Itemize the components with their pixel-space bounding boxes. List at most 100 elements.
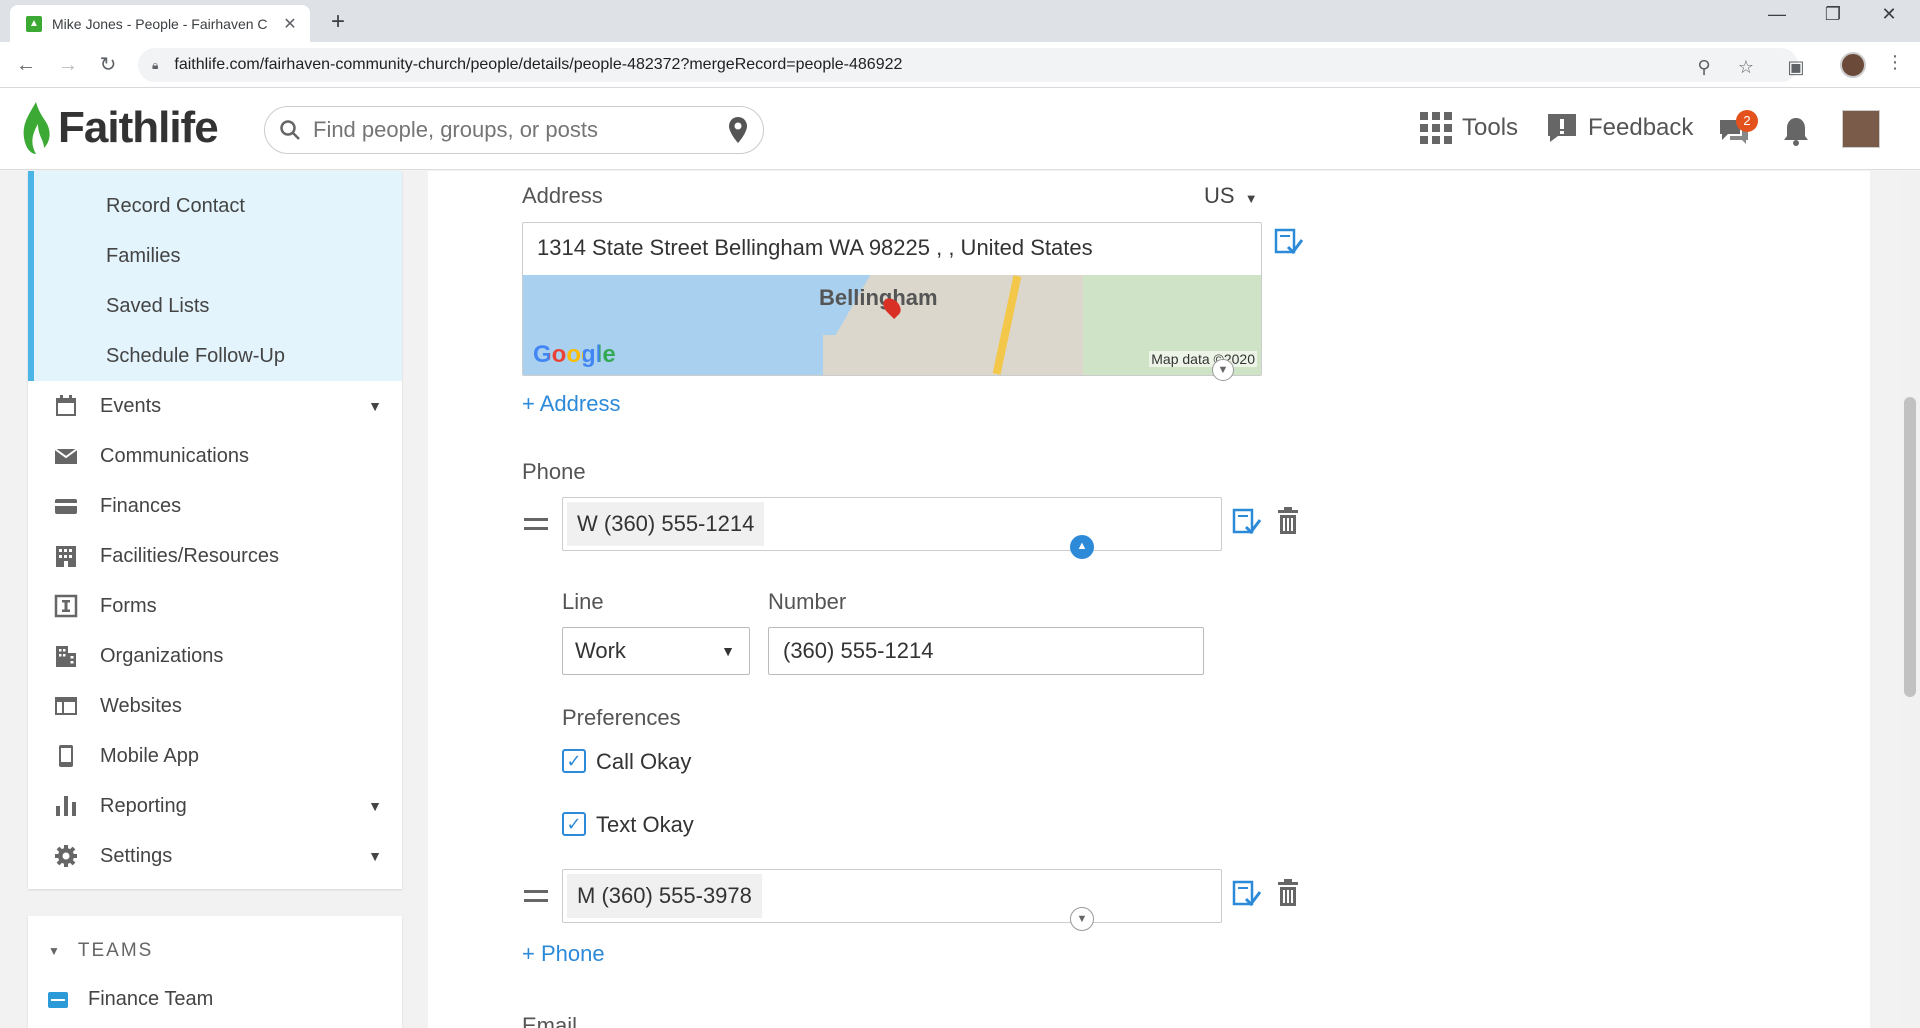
line-select[interactable]: Work ▼ xyxy=(562,627,750,675)
phone-entry-field[interactable]: M (360) 555-3978 xyxy=(562,869,1222,923)
text-okay-checkbox[interactable]: ✓ xyxy=(562,812,586,836)
faithlife-logo[interactable]: Faithlife xyxy=(18,100,219,156)
country-select[interactable]: US ▼ xyxy=(1204,183,1258,209)
sidebar-item-finances[interactable]: Finances xyxy=(28,481,402,531)
trash-icon[interactable] xyxy=(1276,507,1300,535)
lock-icon: 🔒︎ xyxy=(152,57,159,72)
form-icon xyxy=(54,594,78,618)
scrollbar-thumb[interactable] xyxy=(1904,397,1916,697)
sidebar-item-label: Reporting xyxy=(100,794,187,817)
tab-close-icon[interactable]: ✕ xyxy=(280,14,300,34)
sidebar-item-label: Forms xyxy=(100,594,157,617)
extension-icon[interactable]: ▣ xyxy=(1784,55,1808,79)
map-expand-icon[interactable]: ▼ xyxy=(1212,359,1234,381)
sidebar-item-events[interactable]: Events ▼ xyxy=(28,381,402,431)
people-submenu: Record Contact Families Saved Lists Sche… xyxy=(28,171,402,381)
preferences-label: Preferences xyxy=(562,705,681,730)
chevron-down-icon: ▼ xyxy=(368,798,382,814)
teams-panel: ▼ TEAMS Finance Team xyxy=(28,916,402,1028)
grid-icon xyxy=(1420,112,1452,144)
sidebar-item-communications[interactable]: Communications xyxy=(28,431,402,481)
browser-tab[interactable]: ▲ Mike Jones - People - Fairhaven C ✕ xyxy=(10,5,310,42)
back-icon[interactable]: ← xyxy=(12,51,40,79)
call-okay-label: Call Okay xyxy=(596,749,692,774)
feedback-icon xyxy=(1548,114,1576,142)
close-window-icon[interactable]: ✕ xyxy=(1866,4,1912,25)
sidebar-item-schedule-follow-up[interactable]: Schedule Follow-Up xyxy=(106,345,285,368)
sidebar-item-organizations[interactable]: Organizations xyxy=(28,631,402,681)
verify-phone-icon[interactable] xyxy=(1232,879,1262,909)
expand-icon[interactable]: ▼ xyxy=(1070,907,1094,931)
reload-icon[interactable]: ↻ xyxy=(94,51,122,79)
sidebar-item-label: Facilities/Resources xyxy=(100,544,279,567)
drag-handle-icon[interactable] xyxy=(524,518,548,530)
tools-label: Tools xyxy=(1462,114,1519,141)
tools-button[interactable]: Tools xyxy=(1420,112,1518,144)
team-label: Finance Team xyxy=(88,988,214,1010)
sidebar-item-label: Settings xyxy=(100,844,173,867)
country-value: US xyxy=(1204,183,1235,208)
address-map[interactable]: Bellingham Google Map data ©2020 xyxy=(523,275,1261,375)
sidebar-item-settings[interactable]: Settings ▼ xyxy=(28,831,402,881)
sidebar-item-label: Communications xyxy=(100,444,249,467)
address-field[interactable]: 1314 State Street Bellingham WA 98225 , … xyxy=(522,222,1262,376)
notification-badge: 2 xyxy=(1736,110,1758,132)
location-pin-icon[interactable] xyxy=(727,116,749,144)
map-highway xyxy=(992,275,1022,375)
user-avatar[interactable] xyxy=(1842,110,1880,148)
trash-icon[interactable] xyxy=(1276,879,1300,907)
zoom-icon[interactable]: ⚲ xyxy=(1692,55,1716,79)
omnibox[interactable]: 🔒︎ faithlife.com/fairhaven-community-chu… xyxy=(138,48,1798,82)
sidebar: Record Contact Families Saved Lists Sche… xyxy=(28,171,402,889)
minimize-icon[interactable]: — xyxy=(1754,4,1800,25)
browser-menu-icon[interactable]: ⋮ xyxy=(1886,52,1904,73)
sidebar-item-mobile-app[interactable]: Mobile App xyxy=(28,731,402,781)
new-tab-icon[interactable]: + xyxy=(324,8,352,36)
sidebar-item-facilities[interactable]: Facilities/Resources xyxy=(28,531,402,581)
person-details-content: Address US ▼ 1314 State Street Bellingha… xyxy=(428,171,1870,1028)
feedback-button[interactable]: Feedback xyxy=(1546,112,1693,144)
add-address-link[interactable]: + Address xyxy=(522,391,620,417)
browser-tab-bar: ▲ Mike Jones - People - Fairhaven C ✕ + … xyxy=(0,0,1920,42)
verify-phone-icon[interactable] xyxy=(1232,507,1262,537)
chevron-down-icon: ▼ xyxy=(1244,191,1258,206)
number-input[interactable]: (360) 555-1214 xyxy=(768,627,1204,675)
sidebar-item-label: Finances xyxy=(100,494,182,517)
feedback-label: Feedback xyxy=(1588,114,1694,141)
bookmark-star-icon[interactable]: ☆ xyxy=(1734,55,1758,79)
sidebar-item-forms[interactable]: Forms xyxy=(28,581,402,631)
collapse-icon[interactable]: ▲ xyxy=(1070,535,1094,559)
browser-profile-avatar[interactable] xyxy=(1840,52,1866,78)
sidebar-item-label: Mobile App xyxy=(100,744,199,767)
sidebar-item-saved-lists[interactable]: Saved Lists xyxy=(106,295,209,318)
logo-text: Faithlife xyxy=(58,103,219,152)
phone-chip: W (360) 555-1214 xyxy=(567,502,765,546)
building-icon xyxy=(56,546,76,567)
caret-down-icon: ▼ xyxy=(48,944,62,958)
sidebar-item-label: Organizations xyxy=(100,644,224,667)
sidebar-item-record-contact[interactable]: Record Contact xyxy=(106,195,245,218)
address-label: Address xyxy=(522,183,603,208)
sidebar-item-websites[interactable]: Websites xyxy=(28,681,402,731)
browser-address-bar: ← → ↻ 🔒︎ faithlife.com/fairhaven-communi… xyxy=(0,42,1920,88)
drag-handle-icon[interactable] xyxy=(524,890,548,902)
restore-icon[interactable]: ❐ xyxy=(1810,4,1856,25)
call-okay-checkbox[interactable]: ✓ xyxy=(562,749,586,773)
forward-icon[interactable]: → xyxy=(54,51,82,79)
add-phone-link[interactable]: + Phone xyxy=(522,941,605,967)
verify-address-icon[interactable] xyxy=(1274,227,1304,257)
phone-entry-field[interactable]: W (360) 555-1214 xyxy=(562,497,1222,551)
sidebar-item-families[interactable]: Families xyxy=(106,245,180,268)
faithlife-favicon-icon: ▲ xyxy=(26,15,42,32)
sidebar-item-reporting[interactable]: Reporting ▼ xyxy=(28,781,402,831)
bar-chart-icon xyxy=(56,796,76,816)
address-value: 1314 State Street Bellingham WA 98225 , … xyxy=(537,235,1093,260)
team-item-finance[interactable]: Finance Team xyxy=(48,988,213,1011)
organization-icon xyxy=(56,646,76,667)
teams-toggle[interactable]: ▼ TEAMS xyxy=(48,940,153,962)
bell-icon[interactable] xyxy=(1782,116,1810,146)
text-okay-label: Text Okay xyxy=(596,812,694,837)
search-box[interactable] xyxy=(264,106,764,154)
search-input[interactable] xyxy=(313,117,727,143)
scrollbar[interactable] xyxy=(1900,171,1920,1028)
